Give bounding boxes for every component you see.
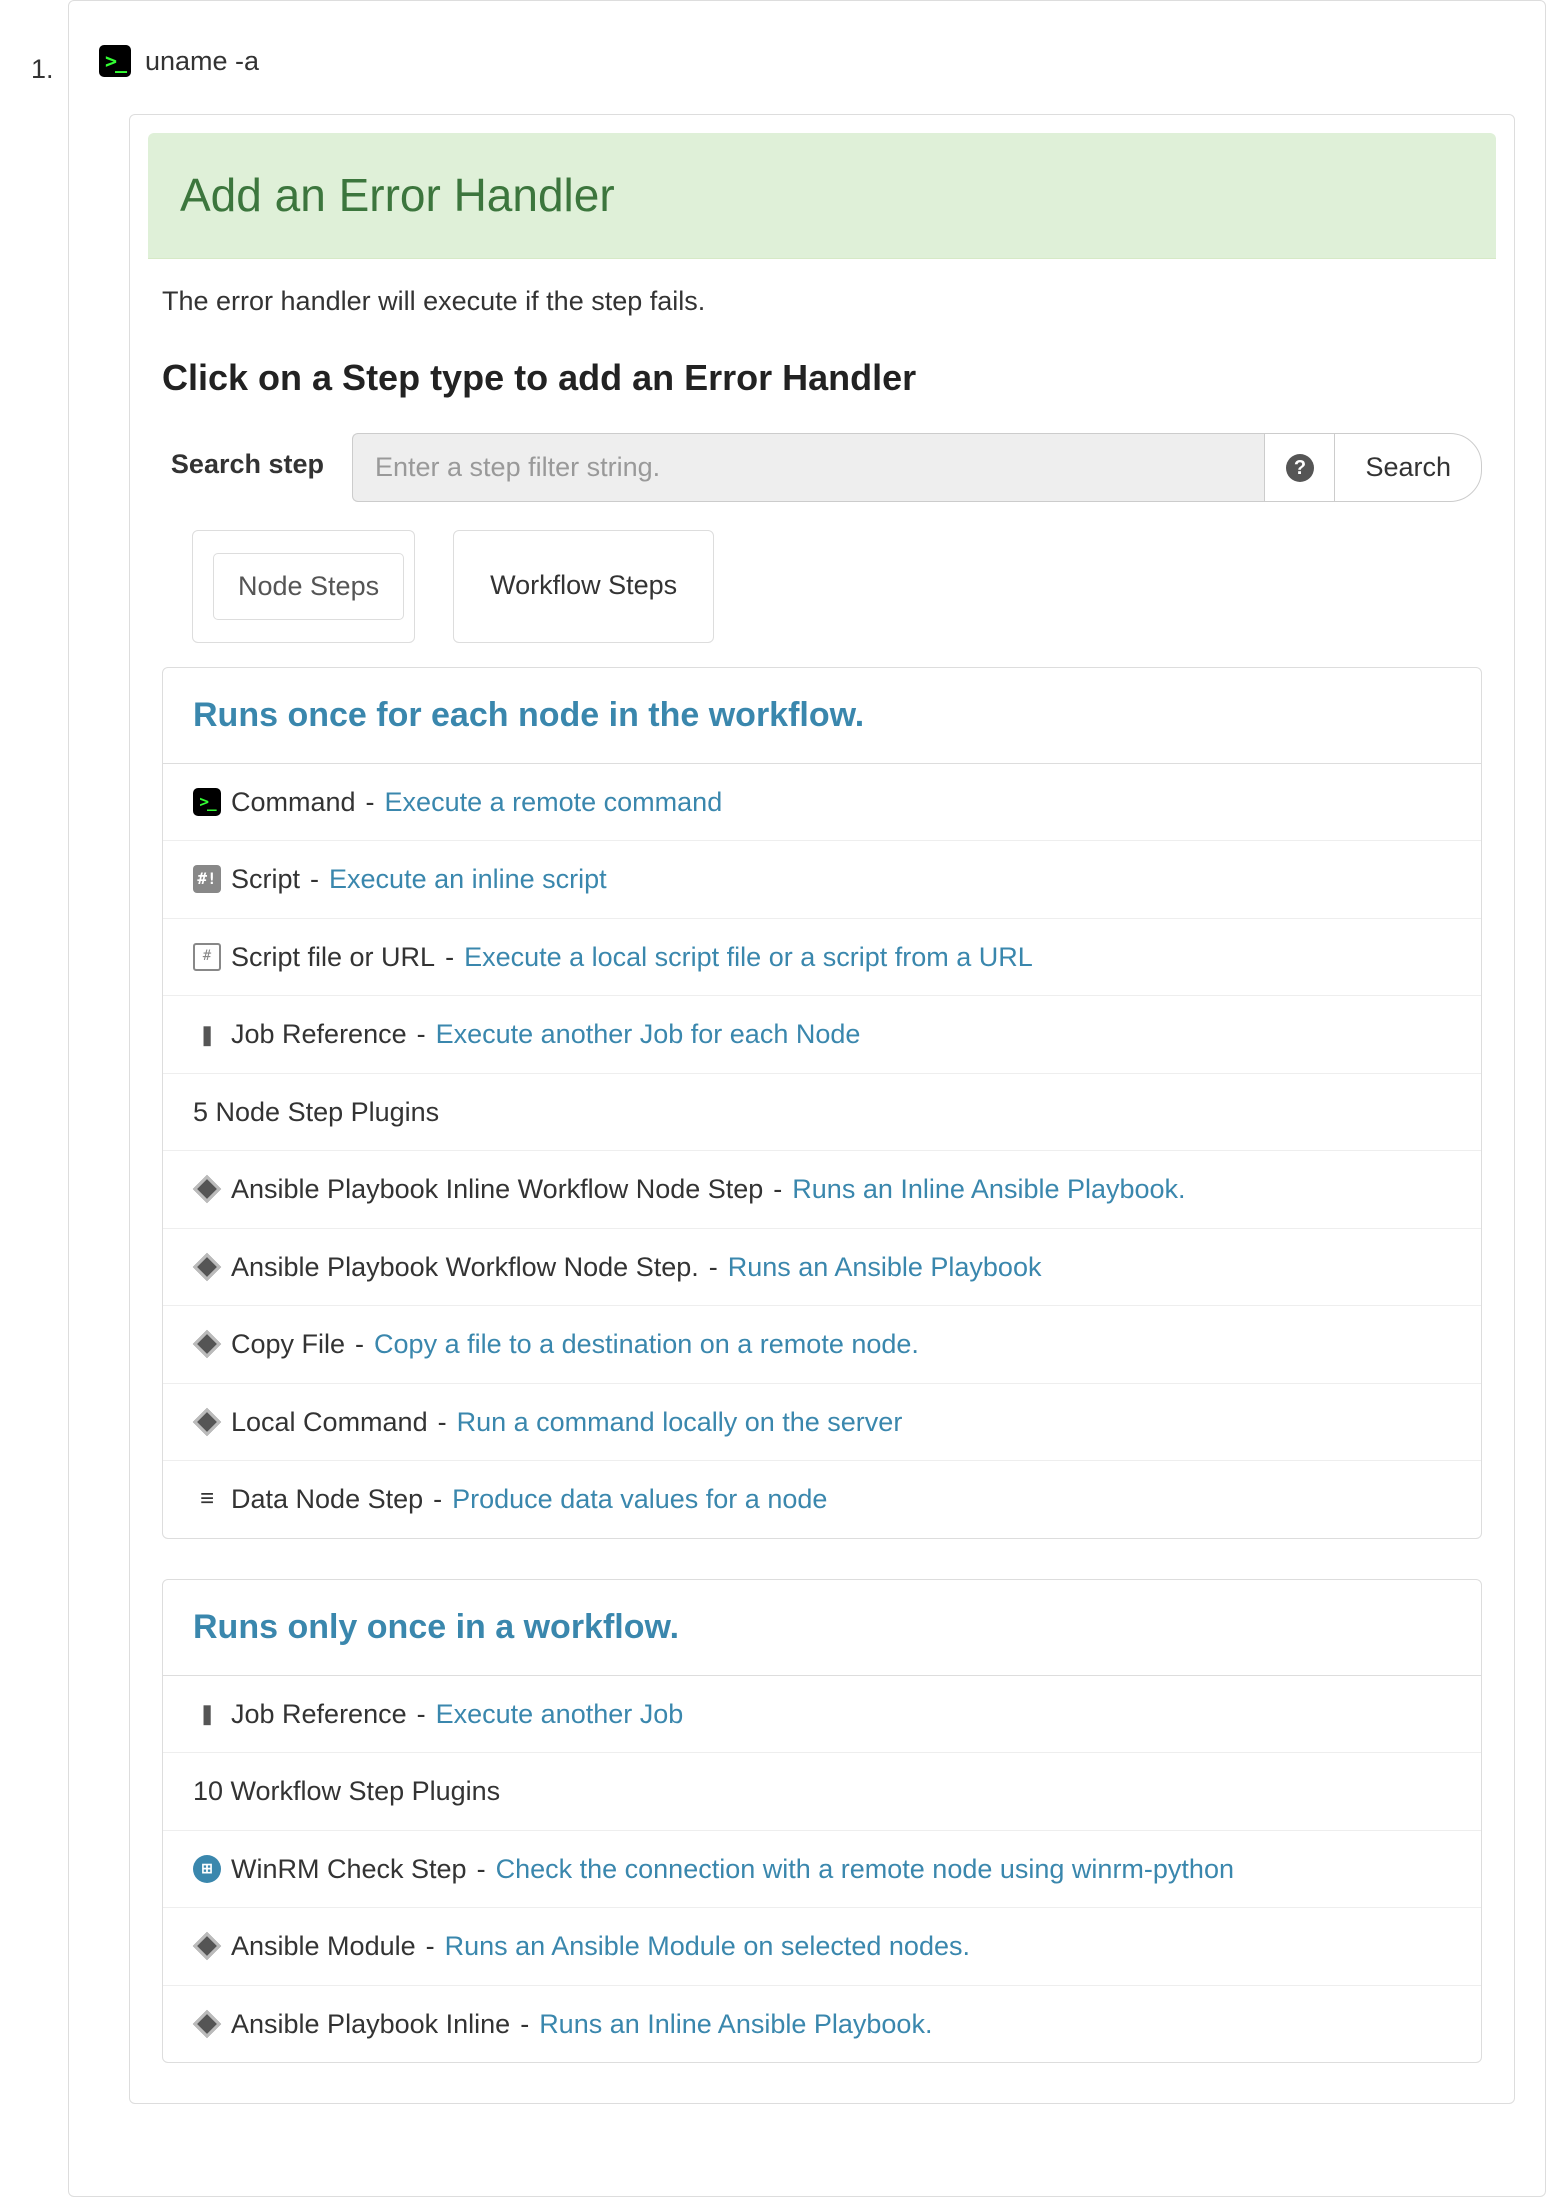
step-name: Copy File bbox=[231, 1324, 345, 1365]
windows-icon bbox=[193, 1855, 221, 1883]
step-desc: Execute an inline script bbox=[329, 859, 607, 900]
panel-header: Add an Error Handler bbox=[148, 133, 1496, 259]
step-header: uname -a bbox=[69, 1, 1545, 94]
step-type-script[interactable]: Script - Execute an inline script bbox=[163, 841, 1481, 919]
step-type-local-command[interactable]: Local Command - Run a command locally on… bbox=[163, 1384, 1481, 1462]
step-number: 1. bbox=[31, 49, 54, 90]
plugin-icon bbox=[193, 1330, 221, 1358]
step-desc: Runs an Inline Ansible Playbook. bbox=[792, 1169, 1185, 1210]
step-type-winrm-check[interactable]: WinRM Check Step - Check the connection … bbox=[163, 1831, 1481, 1909]
search-input[interactable] bbox=[352, 433, 1264, 502]
file-icon bbox=[193, 943, 221, 971]
database-icon bbox=[193, 1485, 221, 1513]
tab-node-steps-label: Node Steps bbox=[213, 553, 404, 620]
plugin-icon bbox=[193, 1932, 221, 1960]
panel-subtitle-row: Click on a Step type to add an Error Han… bbox=[130, 329, 1514, 433]
step-container: 1. uname -a Add an Error Handler The err… bbox=[68, 0, 1546, 2197]
step-name: Ansible Playbook Inline Workflow Node St… bbox=[231, 1169, 763, 1210]
plugin-icon bbox=[193, 1408, 221, 1436]
search-label: Search step bbox=[162, 433, 352, 482]
search-input-group: Search bbox=[352, 433, 1482, 502]
tab-node-steps[interactable]: Node Steps bbox=[192, 530, 415, 643]
step-type-ansible-playbook-inline[interactable]: Ansible Playbook Inline - Runs an Inline… bbox=[163, 1986, 1481, 2063]
script-icon bbox=[193, 865, 221, 893]
step-desc: Execute a local script file or a script … bbox=[464, 937, 1033, 978]
step-type-ansible-node[interactable]: Ansible Playbook Workflow Node Step. - R… bbox=[163, 1229, 1481, 1307]
workflow-steps-title: Runs only once in a workflow. bbox=[193, 1602, 1451, 1653]
step-name: WinRM Check Step bbox=[231, 1849, 467, 1890]
step-name: Job Reference bbox=[231, 1014, 407, 1055]
tab-workflow-steps-label: Workflow Steps bbox=[490, 570, 677, 600]
book-icon bbox=[193, 1020, 221, 1048]
panel-description: The error handler will execute if the st… bbox=[130, 259, 1514, 330]
book-icon bbox=[193, 1700, 221, 1728]
step-type-data-node[interactable]: Data Node Step - Produce data values for… bbox=[163, 1461, 1481, 1538]
step-name: Data Node Step bbox=[231, 1479, 423, 1520]
node-steps-list: Runs once for each node in the workflow.… bbox=[162, 667, 1482, 1539]
step-name: Local Command bbox=[231, 1402, 428, 1443]
step-name: Command bbox=[231, 782, 356, 823]
step-desc: Execute another Job for each Node bbox=[436, 1014, 861, 1055]
panel-title: Add an Error Handler bbox=[180, 161, 1464, 230]
terminal-icon bbox=[193, 788, 221, 816]
step-type-command[interactable]: Command - Execute a remote command bbox=[163, 764, 1481, 842]
search-button[interactable]: Search bbox=[1334, 433, 1482, 502]
step-desc: Runs an Ansible Module on selected nodes… bbox=[445, 1926, 970, 1967]
error-handler-panel: Add an Error Handler The error handler w… bbox=[129, 114, 1515, 2105]
step-desc: Produce data values for a node bbox=[452, 1479, 827, 1520]
step-command: uname -a bbox=[145, 41, 259, 82]
workflow-plugins-header: 10 Workflow Step Plugins bbox=[163, 1753, 1481, 1831]
question-icon bbox=[1286, 454, 1314, 482]
step-name: Ansible Playbook Workflow Node Step. bbox=[231, 1247, 699, 1288]
node-steps-title-row: Runs once for each node in the workflow. bbox=[163, 668, 1481, 764]
search-row: Search step Search bbox=[130, 433, 1514, 530]
step-type-job-reference-wf[interactable]: Job Reference - Execute another Job bbox=[163, 1676, 1481, 1754]
workflow-steps-list: Runs only once in a workflow. Job Refere… bbox=[162, 1579, 1482, 2064]
step-name: Job Reference bbox=[231, 1694, 407, 1735]
node-plugins-header: 5 Node Step Plugins bbox=[163, 1074, 1481, 1152]
tabs-row: Node Steps Workflow Steps bbox=[130, 530, 1514, 643]
step-type-script-file[interactable]: Script file or URL - Execute a local scr… bbox=[163, 919, 1481, 997]
step-type-ansible-module[interactable]: Ansible Module - Runs an Ansible Module … bbox=[163, 1908, 1481, 1986]
plugin-icon bbox=[193, 1175, 221, 1203]
step-type-copy-file[interactable]: Copy File - Copy a file to a destination… bbox=[163, 1306, 1481, 1384]
step-desc: Copy a file to a destination on a remote… bbox=[374, 1324, 919, 1365]
step-name: Ansible Playbook Inline bbox=[231, 2004, 510, 2045]
step-desc: Run a command locally on the server bbox=[457, 1402, 903, 1443]
step-type-ansible-inline-node[interactable]: Ansible Playbook Inline Workflow Node St… bbox=[163, 1151, 1481, 1229]
step-type-job-reference[interactable]: Job Reference - Execute another Job for … bbox=[163, 996, 1481, 1074]
terminal-icon bbox=[99, 45, 131, 77]
workflow-steps-title-row: Runs only once in a workflow. bbox=[163, 1580, 1481, 1676]
help-button[interactable] bbox=[1264, 433, 1334, 502]
step-name: Ansible Module bbox=[231, 1926, 416, 1967]
plugin-icon bbox=[193, 2010, 221, 2038]
node-steps-title: Runs once for each node in the workflow. bbox=[193, 690, 1451, 741]
step-desc: Check the connection with a remote node … bbox=[496, 1849, 1234, 1890]
step-desc: Execute a remote command bbox=[385, 782, 723, 823]
panel-subtitle: Click on a Step type to add an Error Han… bbox=[162, 351, 1482, 405]
step-name: Script file or URL bbox=[231, 937, 435, 978]
step-desc: Runs an Ansible Playbook bbox=[728, 1247, 1042, 1288]
step-desc: Execute another Job bbox=[436, 1694, 684, 1735]
step-desc: Runs an Inline Ansible Playbook. bbox=[539, 2004, 932, 2045]
step-name: Script bbox=[231, 859, 300, 900]
plugin-icon bbox=[193, 1253, 221, 1281]
tab-workflow-steps[interactable]: Workflow Steps bbox=[453, 530, 714, 643]
